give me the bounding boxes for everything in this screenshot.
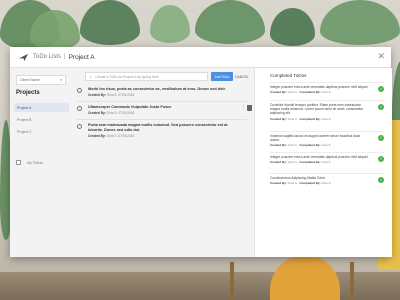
airplane-logo-icon	[18, 53, 29, 61]
sidebar-item-project-c[interactable]: Project C	[14, 127, 69, 136]
complete-radio[interactable]	[77, 106, 82, 111]
check-circle-icon[interactable]: ✓	[378, 86, 384, 92]
created-date: 07/01/2018	[118, 111, 135, 115]
project-title: Project A	[68, 53, 95, 61]
sidebar-item-project-a[interactable]: Project A	[14, 103, 69, 112]
client-select[interactable]: Client Name ▾	[16, 75, 66, 85]
sidebar: Client Name ▾ Projects Project A Project…	[10, 68, 73, 257]
completed-title: Condimentum Adipiscing Mattis Tortor	[270, 176, 326, 180]
completed-by-label: Completed By:	[299, 116, 321, 121]
todo-title: Porta sem malesuada magna mollis euismod…	[88, 123, 228, 132]
todo-item: Porta sem malesuada magna mollis euismod…	[77, 123, 247, 138]
completed-by-value: Gina S.	[321, 143, 332, 148]
divider	[270, 100, 385, 101]
completed-meta: Created By: Gina S. Completed By: Gina S…	[270, 181, 385, 185]
new-todo-placeholder: Create a ToDo for Project A by typing he…	[95, 74, 159, 79]
my-todos-checkbox[interactable]	[16, 160, 21, 165]
created-by-label: Created By:	[270, 90, 287, 95]
completed-heading: Completed ToDos	[270, 73, 307, 78]
divider	[270, 82, 385, 83]
trash-icon[interactable]	[247, 105, 252, 111]
completed-title: Curabitur blandit tempus porttitor. Etia…	[270, 103, 364, 116]
sidebar-item-label: Project C	[17, 129, 32, 134]
completed-meta: Created By: Gina S. Completed By: Gina S…	[270, 160, 385, 164]
todo-item: Ullamcorper Commodo Vulputate Justo Fusc…	[77, 105, 247, 115]
completed-title: Integer posuere erat a ante venenatis da…	[270, 85, 369, 89]
divider	[270, 173, 385, 174]
completed-by-label: Completed By:	[299, 181, 321, 186]
created-by-value: Gina S.	[287, 116, 298, 121]
divider	[270, 152, 385, 153]
todo-meta: Created By: Gina S. 07/01/2018	[88, 111, 171, 115]
check-circle-icon[interactable]: ✓	[378, 156, 384, 162]
completed-by-label: Completed By:	[299, 90, 321, 95]
todo-app-window: ToDo Lists | Project A ✕ Client Name ▾ P…	[10, 47, 392, 257]
created-by-label: Created By:	[270, 181, 287, 186]
completed-title: Vivamus sagittis lacus vel augue laoreet…	[270, 134, 361, 143]
complete-radio[interactable]	[77, 88, 82, 93]
todo-item: Morbi leo risus, porta ac consectetur ac…	[77, 87, 247, 97]
chevron-down-icon: ▾	[60, 78, 62, 82]
completed-by-value: Gina S.	[321, 160, 332, 165]
created-by-label: Created By:	[88, 93, 106, 97]
sidebar-item-label: Project A	[17, 105, 32, 110]
completed-meta: Created By: Gina S. Completed By: Gina S…	[270, 117, 385, 121]
divider	[77, 101, 247, 102]
created-by-value: Gina S.	[106, 111, 118, 115]
created-date: 07/01/2018	[118, 93, 135, 97]
cancel-button[interactable]: CANCEL	[235, 72, 249, 81]
completed-by-value: Gina S.	[321, 90, 332, 95]
created-date: 07/01/2018	[118, 133, 135, 138]
completed-item: Curabitur blandit tempus porttitor. Etia…	[270, 103, 385, 121]
my-todos-toggle[interactable]: My ToDos	[16, 160, 43, 165]
completed-item: Integer posuere erat a ante venenatis da…	[270, 85, 385, 94]
created-by-value: Gina S.	[106, 93, 118, 97]
created-by-label: Created By:	[270, 143, 287, 148]
todo-title: Morbi leo risus, porta ac consectetur ac…	[88, 87, 226, 91]
todo-list-panel: ✓ Create a ToDo for Project A by typing …	[73, 68, 253, 257]
divider	[270, 131, 385, 132]
created-by-value: Gina S.	[287, 160, 298, 165]
completed-item: Condimentum Adipiscing Mattis Tortor Cre…	[270, 176, 385, 185]
check-circle-icon[interactable]: ✓	[378, 177, 384, 183]
close-icon[interactable]: ✕	[377, 51, 385, 61]
created-by-value: Gina S.	[287, 181, 298, 186]
created-by-label: Created By:	[88, 133, 106, 138]
created-by-value: Gina S.	[287, 90, 298, 95]
new-todo-input[interactable]: ✓ Create a ToDo for Project A by typing …	[85, 72, 208, 81]
sidebar-item-project-b[interactable]: Project B	[14, 115, 69, 124]
check-circle-icon[interactable]: ✓	[378, 104, 384, 110]
complete-radio[interactable]	[77, 124, 82, 129]
created-by-value: Gina S.	[106, 133, 118, 138]
divider	[77, 119, 247, 120]
my-todos-label: My ToDos	[27, 160, 43, 165]
client-select-value: Client Name	[20, 78, 40, 82]
checkmark-icon: ✓	[89, 74, 93, 79]
app-name: ToDo Lists	[33, 54, 62, 60]
completed-todos-panel: Completed ToDos Integer posuere erat a a…	[254, 68, 392, 257]
completed-item: Vivamus sagittis lacus vel augue laoreet…	[270, 134, 385, 147]
completed-item: Integer posuere erat a ante venenatis da…	[270, 155, 385, 164]
completed-by-label: Completed By:	[299, 160, 321, 165]
todo-meta: Created By: Gina S. 07/01/2018	[88, 134, 238, 138]
todo-meta: Created By: Gina S. 07/01/2018	[88, 93, 226, 97]
completed-by-label: Completed By:	[299, 143, 321, 148]
title-bar: ToDo Lists | Project A ✕	[10, 47, 391, 68]
sidebar-item-label: Project B	[17, 117, 32, 122]
add-todo-button[interactable]: Add ToDo	[211, 72, 233, 81]
created-by-label: Created By:	[270, 116, 287, 121]
title-separator: |	[64, 54, 66, 60]
todo-title: Ullamcorper Commodo Vulputate Justo Fusc…	[88, 105, 172, 109]
projects-heading: Projects	[16, 90, 40, 96]
more-options-icon[interactable]: ⋮	[241, 105, 246, 110]
completed-by-value: Gina S.	[321, 116, 332, 121]
created-by-label: Created By:	[88, 111, 106, 115]
completed-meta: Created By: Gina S. Completed By: Gina S…	[270, 143, 385, 147]
completed-by-value: Gina S.	[321, 181, 332, 186]
created-by-value: Gina S.	[287, 143, 298, 148]
completed-meta: Created By: Gina S. Completed By: Gina S…	[270, 90, 385, 94]
completed-title: Integer posuere erat a ante venenatis da…	[270, 155, 369, 159]
created-by-label: Created By:	[270, 160, 287, 165]
check-circle-icon[interactable]: ✓	[378, 135, 384, 141]
